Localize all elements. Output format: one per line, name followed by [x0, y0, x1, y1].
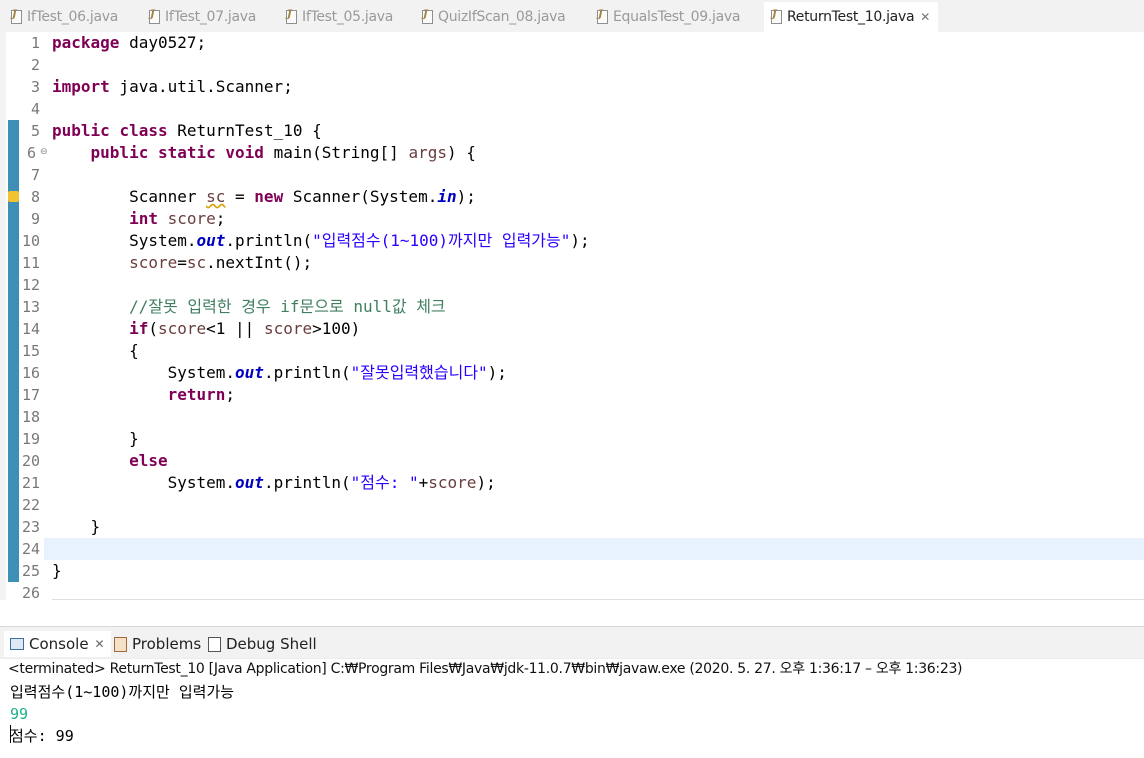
line-number: 7	[30, 166, 40, 184]
code-line: Scanner sc = new Scanner(System.in);	[129, 187, 476, 206]
line-number: 23	[21, 518, 40, 536]
code-line: score=sc.nextInt();	[129, 253, 313, 272]
current-line-highlight	[44, 538, 1144, 560]
code-line: {	[129, 341, 139, 360]
line-number: 3	[30, 78, 40, 96]
code-line: System.out.println("입력점수(1~100)까지만 입력가능"…	[129, 231, 590, 250]
tab-returntest-10[interactable]: J ReturnTest_10.java ✕	[764, 2, 938, 32]
line-number: 14	[21, 320, 40, 338]
code-line: if(score<1 || score>100)	[129, 319, 361, 338]
line-number: 15	[21, 342, 40, 360]
console-output[interactable]: 입력점수(1~100)까지만 입력가능 99 점수: 99	[0, 679, 1144, 758]
line-number: 16	[21, 364, 40, 382]
line-number: 17	[21, 386, 40, 404]
line-number: 13	[21, 298, 40, 316]
code-line: return;	[167, 385, 236, 404]
tab-problems[interactable]: Problems	[114, 631, 201, 657]
tab-label: IfTest_06.java	[27, 9, 119, 25]
code-line: public class ReturnTest_10 {	[52, 121, 322, 140]
code-line: //잘못 입력한 경우 if문으로 null값 체크	[129, 297, 446, 316]
code-line: }	[90, 517, 101, 536]
line-number: 22	[21, 496, 40, 514]
java-file-icon: J	[596, 9, 608, 24]
line-number: 25	[21, 562, 40, 580]
view-tab-bar: Console ✕ Problems Debug Shell	[0, 626, 1144, 659]
code-line: else	[129, 451, 168, 470]
tab-label: Console	[29, 635, 89, 653]
line-number: 1	[30, 34, 40, 52]
console-output-line: 점수: 99	[10, 727, 74, 745]
code-line: public static void main(String[] args) {	[90, 143, 476, 162]
line-number: 8	[30, 188, 40, 206]
close-tab-icon[interactable]: ✕	[95, 637, 105, 651]
overview-ruler	[0, 32, 6, 600]
console-input-line: 99	[10, 705, 29, 723]
line-number: 2	[30, 56, 40, 74]
editor-tab-bar: J IfTest_06.java J IfTest_07.java J IfTe…	[0, 0, 1144, 32]
tab-iftest-06[interactable]: J IfTest_06.java	[10, 4, 118, 30]
java-file-icon: J	[10, 9, 22, 24]
tab-quizifscan-08[interactable]: J QuizIfScan_08.java	[421, 4, 566, 30]
java-file-icon: J	[148, 9, 160, 24]
tab-label: IfTest_07.java	[165, 9, 257, 25]
code-line: System.out.println("잘못입력했습니다");	[167, 363, 507, 382]
line-number: 20	[21, 452, 40, 470]
debug-shell-icon	[208, 636, 221, 652]
line-number: 9	[30, 210, 40, 228]
code-line: System.out.println("점수: "+score);	[167, 473, 496, 492]
tab-label: QuizIfScan_08.java	[438, 9, 566, 25]
tab-label: Problems	[132, 635, 202, 653]
tab-label: ReturnTest_10.java	[787, 9, 915, 25]
close-tab-icon[interactable]: ✕	[920, 10, 930, 24]
problems-icon	[114, 636, 127, 652]
line-number: 18	[21, 408, 40, 426]
line-number: 19	[21, 430, 40, 448]
code-editor[interactable]: ⊖ 1 2 3 4 5 6 7 8 9 10 11 12 13 14 15 16…	[0, 32, 1144, 600]
fold-collapse-icon[interactable]: ⊖	[40, 147, 48, 157]
java-file-icon: J	[770, 9, 782, 24]
line-number: 10	[21, 232, 40, 250]
tab-label: IfTest_05.java	[302, 9, 394, 25]
code-line: }	[129, 429, 139, 448]
tab-iftest-07[interactable]: J IfTest_07.java	[148, 4, 256, 30]
line-number: 11	[21, 254, 40, 272]
tab-console[interactable]: Console ✕	[4, 631, 111, 657]
code-line: import java.util.Scanner;	[52, 77, 293, 96]
java-file-icon: J	[285, 9, 297, 24]
code-line: }	[52, 561, 62, 580]
code-line: package day0527;	[52, 33, 207, 52]
console-output-line: 입력점수(1~100)까지만 입력가능	[10, 683, 235, 701]
line-number: 21	[21, 474, 40, 492]
horizontal-scrollbar[interactable]: ‹	[52, 599, 1144, 600]
line-number: 24	[21, 540, 40, 558]
line-number: 5	[30, 122, 40, 140]
tab-label: Debug Shell	[226, 635, 317, 653]
console-icon	[10, 638, 24, 650]
text-caret	[10, 725, 11, 743]
line-number: 12	[21, 276, 40, 294]
line-number: 6	[26, 144, 36, 162]
code-line: int score;	[129, 209, 226, 228]
console-process-header: <terminated> ReturnTest_10 [Java Applica…	[0, 658, 1144, 679]
java-file-icon: J	[421, 9, 433, 24]
line-number: 26	[21, 584, 40, 600]
line-number: 4	[30, 100, 40, 118]
tab-label: EqualsTest_09.java	[613, 9, 741, 25]
tab-iftest-05[interactable]: J IfTest_05.java	[285, 4, 393, 30]
tab-equalstest-09[interactable]: J EqualsTest_09.java	[596, 4, 740, 30]
tab-debug-shell[interactable]: Debug Shell	[208, 631, 317, 657]
